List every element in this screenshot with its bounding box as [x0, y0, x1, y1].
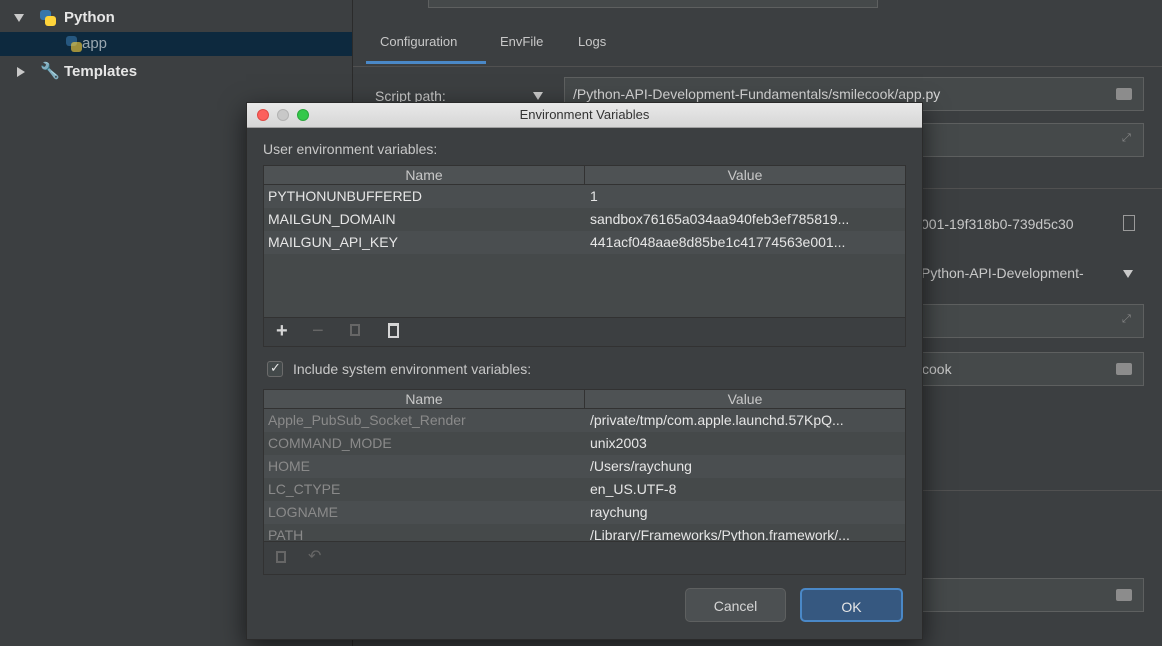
tree-item-label: app [82, 35, 108, 52]
table-row[interactable]: Apple_PubSub_Socket_Render /private/tmp/… [264, 409, 905, 432]
table-row[interactable]: PYTHONUNBUFFERED 1 [264, 185, 905, 208]
tab-logs[interactable]: Logs [578, 34, 606, 49]
table-header: Name Value [264, 166, 905, 185]
table-row[interactable]: LOGNAME raychung [264, 501, 905, 524]
script-path-value: /Python-API-Development-Fundamentals/smi… [573, 86, 941, 102]
var-name: MAILGUN_DOMAIN [268, 211, 396, 227]
table-row[interactable]: LC_CTYPE en_US.UTF-8 [264, 478, 905, 501]
tree-item-label: Python [64, 9, 115, 26]
var-name: COMMAND_MODE [268, 435, 392, 451]
ok-button[interactable]: OK [800, 588, 903, 622]
tree-item-templates[interactable]: 🔧 Templates [0, 60, 352, 84]
add-icon[interactable]: + [276, 320, 288, 343]
var-value: sandbox76165a034aa940feb3ef785819... [590, 211, 850, 227]
var-name: Apple_PubSub_Socket_Render [268, 412, 466, 428]
user-env-label: User environment variables: [263, 141, 438, 157]
user-env-table[interactable]: Name Value PYTHONUNBUFFERED 1 MAILGUN_DO… [263, 165, 906, 319]
cancel-button[interactable]: Cancel [685, 588, 786, 622]
var-value: 441acf048aae8d85be1c41774563e001... [590, 234, 846, 250]
var-value: raychung [590, 504, 648, 520]
tree-item-label: Templates [64, 63, 138, 80]
var-name: MAILGUN_API_KEY [268, 234, 398, 250]
column-header-value[interactable]: Value [585, 166, 905, 184]
folder-icon[interactable] [1116, 589, 1132, 601]
expand-icon[interactable]: ⤢ [1122, 313, 1131, 326]
var-name: LOGNAME [268, 504, 339, 520]
var-value: en_US.UTF-8 [590, 481, 677, 497]
table-row[interactable]: MAILGUN_API_KEY 441acf048aae8d85be1c4177… [264, 231, 905, 254]
checkmark-icon: ✓ [270, 360, 281, 375]
tab-envfile[interactable]: EnvFile [500, 34, 543, 49]
dialog-titlebar[interactable]: Environment Variables [247, 103, 922, 128]
table-header: Name Value [264, 390, 905, 409]
system-env-table[interactable]: Name Value Apple_PubSub_Socket_Render /p… [263, 389, 906, 543]
var-name: LC_CTYPE [268, 481, 341, 497]
column-header-name[interactable]: Name [264, 166, 585, 184]
interpreter-value: Python-API-Development- [921, 265, 1084, 281]
chevron-down-icon[interactable] [533, 92, 543, 100]
bottom-path-input[interactable] [913, 578, 1144, 612]
python-icon [66, 36, 82, 52]
remove-icon[interactable]: − [312, 320, 324, 343]
system-env-toolbar: ↶ [263, 541, 906, 575]
parameters-input[interactable]: ⤢ [913, 123, 1144, 157]
column-header-name[interactable]: Name [264, 390, 585, 408]
include-system-label: Include system environment variables: [293, 361, 532, 377]
column-header-value[interactable]: Value [585, 390, 905, 408]
var-value: /private/tmp/com.apple.launchd.57KpQ... [590, 412, 844, 428]
folder-icon[interactable] [1116, 363, 1132, 375]
environment-variables-dialog: Environment Variables User environment v… [246, 102, 923, 640]
document-icon[interactable] [1123, 215, 1135, 231]
dialog-title: Environment Variables [519, 107, 650, 122]
env-vars-value: 001-19f318b0-739d5c30 [921, 216, 1074, 232]
working-dir-value: cook [922, 361, 952, 377]
folder-icon[interactable] [1116, 88, 1132, 100]
divider [913, 188, 1162, 189]
chevron-down-icon[interactable] [1123, 270, 1133, 278]
var-value: /Users/raychung [590, 458, 692, 474]
tab-configuration[interactable]: Configuration [380, 34, 457, 49]
divider [353, 66, 1162, 67]
interpreter-options-input[interactable]: ⤢ [913, 304, 1144, 338]
undo-icon[interactable]: ↶ [308, 546, 321, 566]
copy-icon[interactable] [276, 551, 286, 563]
var-name: HOME [268, 458, 310, 474]
divider [913, 490, 1162, 491]
collapse-arrow-icon[interactable] [17, 67, 25, 77]
var-name: PYTHONUNBUFFERED [268, 188, 423, 204]
python-icon [40, 10, 56, 26]
env-vars-input[interactable]: 001-19f318b0-739d5c30 [913, 208, 1144, 242]
var-value: 1 [590, 188, 598, 204]
var-value: unix2003 [590, 435, 647, 451]
table-row[interactable]: HOME /Users/raychung [264, 455, 905, 478]
include-system-checkbox[interactable]: ✓ [267, 360, 283, 377]
table-row[interactable]: COMMAND_MODE unix2003 [264, 432, 905, 455]
user-env-toolbar: + − [263, 317, 906, 347]
active-tab-indicator [366, 61, 486, 64]
working-dir-input[interactable]: cook [913, 352, 1144, 386]
interpreter-select[interactable]: Python-API-Development- [913, 257, 1144, 291]
tree-item-app[interactable]: app [0, 32, 352, 56]
wrench-icon: 🔧 [40, 63, 60, 80]
paste-icon[interactable] [388, 323, 399, 338]
copy-icon[interactable] [350, 324, 360, 336]
tree-item-python[interactable]: Python [0, 6, 352, 30]
table-row[interactable]: MAILGUN_DOMAIN sandbox76165a034aa940feb3… [264, 208, 905, 231]
expand-arrow-icon[interactable] [14, 14, 24, 22]
expand-icon[interactable]: ⤢ [1122, 132, 1131, 145]
name-field[interactable] [428, 0, 878, 8]
